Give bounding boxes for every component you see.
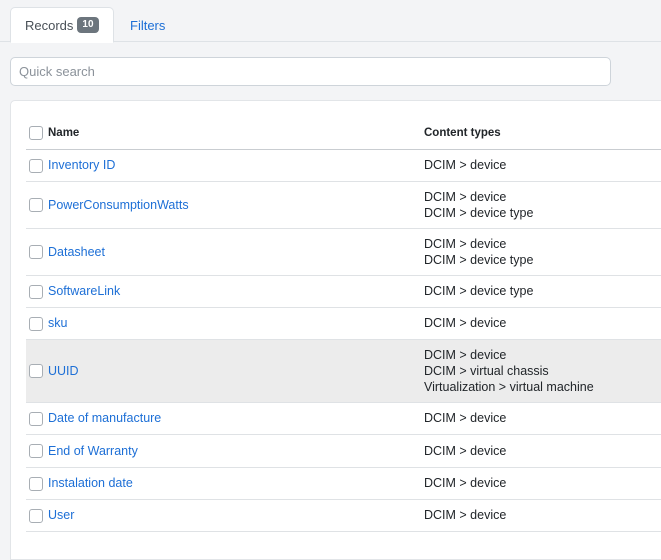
row-select-cell — [26, 275, 48, 308]
row-name-cell: End of Warranty — [48, 434, 424, 468]
row-name-cell: SoftwareLink — [48, 275, 424, 308]
content-type-text: DCIM > device type — [424, 284, 534, 298]
row-content-types-cell: DCIM > device DCIM > device type — [424, 181, 661, 229]
records-count-badge: 10 — [77, 17, 99, 33]
row-name-link[interactable]: UUID — [48, 364, 79, 378]
content-type-text: DCIM > device type — [424, 205, 534, 220]
table-row[interactable]: User DCIM > device — [26, 499, 661, 532]
row-name-link[interactable]: End of Warranty — [48, 444, 138, 458]
row-name-link[interactable]: User — [48, 508, 74, 522]
table-row[interactable]: Inventory ID DCIM > device — [26, 149, 661, 182]
row-name-cell: Date of manufacture — [48, 402, 424, 435]
records-table: Name Content types Inventory ID DCIM > de… — [26, 117, 661, 532]
row-checkbox[interactable] — [29, 284, 43, 299]
row-checkbox[interactable] — [29, 444, 43, 459]
row-content-types-cell: DCIM > device DCIM > virtual chassis Virtu… — [424, 339, 661, 403]
content-type-text: DCIM > device — [424, 476, 507, 490]
table-row[interactable]: Date of manufacture DCIM > device — [26, 402, 661, 435]
table-row[interactable]: Datasheet DCIM > device DCIM > device type — [26, 228, 661, 276]
row-name-cell: Instalation date — [48, 467, 424, 500]
content-type-text: DCIM > device — [424, 411, 507, 425]
records-card: Name Content types Inventory ID DCIM > de… — [10, 100, 661, 560]
table-row[interactable]: End of Warranty DCIM > device — [26, 434, 661, 468]
content-type-text: DCIM > device — [424, 508, 507, 522]
column-header-content-types[interactable]: Content types — [424, 117, 661, 150]
row-content-types-cell: DCIM > device DCIM > device type — [424, 228, 661, 276]
row-name-cell: Inventory ID — [48, 149, 424, 182]
row-content-types-cell: DCIM > device — [424, 402, 661, 435]
row-select-cell — [26, 339, 48, 403]
row-select-cell — [26, 149, 48, 182]
table-row[interactable]: UUID DCIM > device DCIM > virtual chassis V… — [26, 339, 661, 403]
content-type-text: DCIM > virtual chassis — [424, 363, 549, 378]
quick-search-input[interactable] — [10, 57, 611, 86]
table-row[interactable]: SoftwareLink DCIM > device type — [26, 275, 661, 308]
row-content-types-cell: DCIM > device — [424, 467, 661, 500]
content-type-text: DCIM > device — [424, 316, 507, 330]
row-name-link[interactable]: Date of manufacture — [48, 411, 161, 425]
row-name-cell: Datasheet — [48, 228, 424, 276]
row-select-cell — [26, 228, 48, 276]
content-type-text: DCIM > device — [424, 443, 507, 458]
table-row[interactable]: sku DCIM > device — [26, 307, 661, 340]
content-type-text: DCIM > device type — [424, 252, 534, 267]
row-checkbox[interactable] — [29, 245, 43, 260]
content-type-text: DCIM > device — [424, 347, 507, 362]
row-name-link[interactable]: sku — [48, 316, 67, 330]
select-all-checkbox[interactable] — [29, 125, 43, 140]
row-name-cell: PowerConsumptionWatts — [48, 181, 424, 229]
row-checkbox[interactable] — [29, 198, 43, 213]
row-content-types-cell: DCIM > device — [424, 434, 661, 468]
row-content-types-cell: DCIM > device — [424, 499, 661, 532]
row-select-cell — [26, 307, 48, 340]
row-checkbox[interactable] — [29, 476, 43, 491]
content-type-text: Virtualization > virtual machine — [424, 379, 594, 394]
content-type-text: DCIM > device — [424, 158, 507, 172]
select-all-cell — [26, 117, 48, 150]
tab-records[interactable]: Records 10 — [10, 7, 114, 43]
tab-filters-label: Filters — [130, 17, 166, 33]
row-name-link[interactable]: Inventory ID — [48, 158, 115, 172]
row-checkbox[interactable] — [29, 158, 43, 173]
row-name-cell: UUID — [48, 339, 424, 403]
tab-records-label: Records — [25, 17, 74, 33]
row-select-cell — [26, 181, 48, 229]
tab-filters[interactable]: Filters — [130, 7, 165, 43]
table-row[interactable]: Instalation date DCIM > device — [26, 467, 661, 500]
row-select-cell — [26, 467, 48, 500]
row-select-cell — [26, 434, 48, 468]
row-name-cell: sku — [48, 307, 424, 340]
row-name-link[interactable]: Datasheet — [48, 245, 105, 259]
row-checkbox[interactable] — [29, 508, 43, 523]
row-name-link[interactable]: PowerConsumptionWatts — [48, 198, 189, 212]
row-name-link[interactable]: Instalation date — [48, 476, 133, 490]
row-content-types-cell: DCIM > device type — [424, 275, 661, 308]
column-header-name[interactable]: Name — [48, 117, 424, 150]
table-row[interactable]: PowerConsumptionWatts DCIM > device DCIM >… — [26, 181, 661, 229]
table-header-row: Name Content types — [26, 117, 661, 150]
row-name-link[interactable]: SoftwareLink — [48, 284, 120, 298]
row-checkbox[interactable] — [29, 364, 43, 379]
row-select-cell — [26, 402, 48, 435]
row-content-types-cell: DCIM > device — [424, 149, 661, 182]
row-name-cell: User — [48, 499, 424, 532]
row-select-cell — [26, 499, 48, 532]
row-content-types-cell: DCIM > device — [424, 307, 661, 340]
content-type-text: DCIM > device — [424, 189, 507, 204]
content-type-text: DCIM > device — [424, 236, 507, 251]
row-checkbox[interactable] — [29, 316, 43, 331]
row-checkbox[interactable] — [29, 411, 43, 426]
tab-bar: Records 10 Filters — [0, 0, 661, 43]
